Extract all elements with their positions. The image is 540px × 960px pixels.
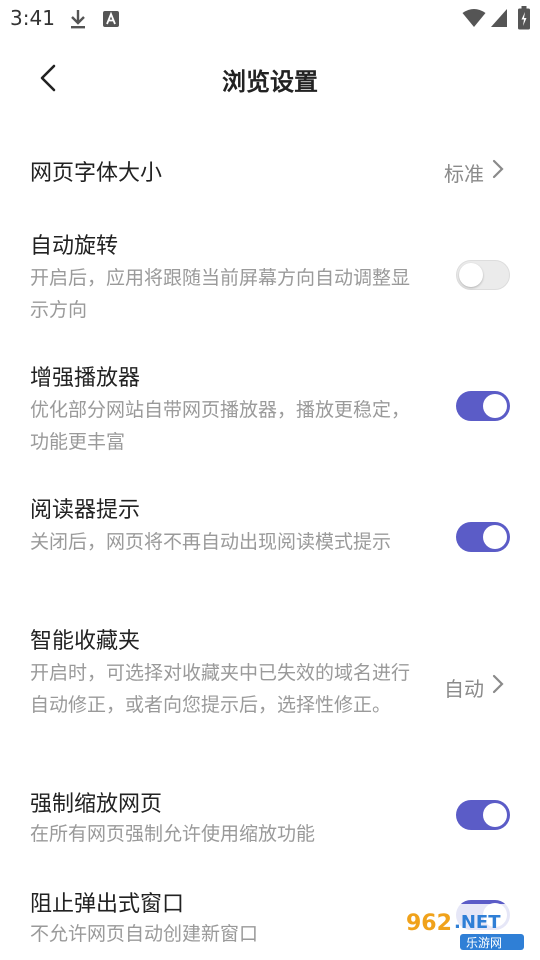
smart-favorites-row[interactable]: 智能收藏夹 开启时，可选择对收藏夹中已失效的域名进行自动修正，或者向您提示后，选…: [0, 621, 540, 751]
status-time: 3:41: [10, 6, 55, 30]
notification-icon: [103, 11, 119, 27]
block-popups-title: 阻止弹出式窗口: [30, 892, 185, 917]
svg-text:乐游网: 乐游网: [466, 936, 502, 950]
download-icon: [71, 10, 85, 29]
page-title: 浏览设置: [222, 68, 318, 96]
force-zoom-row: 强制缩放网页 在所有网页强制允许使用缩放功能: [0, 784, 540, 854]
smart-favorites-desc: 开启时，可选择对收藏夹中已失效的域名进行自动修正，或者向您提示后，选择性修正。: [30, 662, 411, 716]
wifi-icon: [462, 9, 486, 27]
toggle-knob: [483, 803, 507, 827]
toggle-knob: [483, 394, 507, 418]
force-zoom-desc: 在所有网页强制允许使用缩放功能: [30, 823, 316, 845]
force-zoom-title: 强制缩放网页: [30, 792, 163, 817]
font-size-value: 标准: [444, 162, 484, 186]
signal-icon: [491, 9, 507, 27]
chevron-right-icon: [492, 159, 504, 179]
status-bar: 3:41: [0, 0, 540, 38]
auto-rotate-desc: 开启后，应用将跟随当前屏幕方向自动调整显示方向: [30, 267, 411, 321]
enhanced-player-title: 增强播放器: [30, 366, 141, 391]
enhanced-player-desc: 优化部分网站自带网页播放器，播放更稳定，功能更丰富: [30, 399, 411, 453]
chevron-right-icon: [492, 674, 504, 694]
battery-icon: [518, 6, 530, 30]
toggle-knob: [483, 525, 507, 549]
reader-hint-title: 阅读器提示: [30, 498, 141, 523]
svg-text:962: 962: [406, 911, 452, 936]
force-zoom-toggle[interactable]: [456, 800, 510, 830]
block-popups-desc: 不允许网页自动创建新窗口: [30, 923, 259, 945]
font-size-row[interactable]: 网页字体大小 标准: [0, 140, 540, 200]
watermark-logo: 962 .NET 乐游网: [398, 904, 532, 952]
auto-rotate-toggle[interactable]: [456, 260, 510, 290]
auto-rotate-title: 自动旋转: [30, 234, 119, 259]
svg-text:.NET: .NET: [454, 912, 501, 933]
reader-hint-toggle[interactable]: [456, 522, 510, 552]
reader-hint-desc: 关闭后，网页将不再自动出现阅读模式提示: [30, 531, 392, 553]
auto-rotate-row: 自动旋转 开启后，应用将跟随当前屏幕方向自动调整显示方向: [0, 226, 540, 326]
toggle-knob: [459, 263, 483, 287]
reader-hint-row: 阅读器提示 关闭后，网页将不再自动出现阅读模式提示: [0, 490, 540, 590]
header: 浏览设置: [0, 38, 540, 118]
enhanced-player-row: 增强播放器 优化部分网站自带网页播放器，播放更稳定，功能更丰富: [0, 358, 540, 458]
smart-favorites-value: 自动: [444, 677, 484, 701]
enhanced-player-toggle[interactable]: [456, 391, 510, 421]
font-size-title: 网页字体大小: [30, 161, 163, 186]
smart-favorites-title: 智能收藏夹: [30, 629, 141, 654]
